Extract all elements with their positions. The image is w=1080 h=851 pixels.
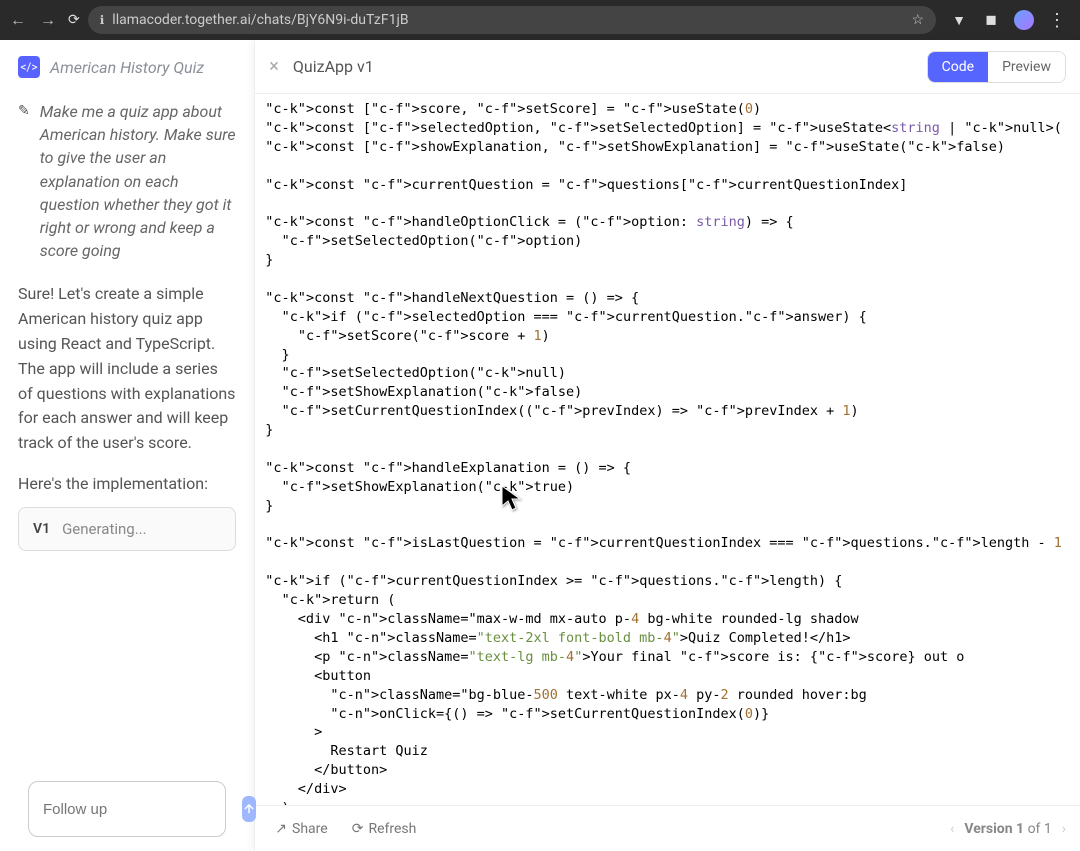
implementation-label: Here's the implementation: xyxy=(18,474,236,493)
code-preview-tabs: Code Preview xyxy=(927,51,1066,83)
share-icon: ↗ xyxy=(275,821,287,837)
version-prev[interactable]: ‹ xyxy=(950,821,954,837)
generation-card[interactable]: V1 Generating... xyxy=(18,507,236,551)
reload-button[interactable]: ⟳ xyxy=(68,12,80,28)
app-logo: </> xyxy=(18,56,40,78)
browser-toolbar: ← → ⟳ ℹ llamacoder.together.ai/chats/BjY… xyxy=(0,0,1080,40)
download-icon[interactable]: ▼ xyxy=(950,11,968,29)
followup-input-container xyxy=(28,781,226,837)
code-viewer[interactable]: "c-k">const ["c-f">score, "c-f">setScore… xyxy=(255,94,1080,805)
address-bar[interactable]: ℹ llamacoder.together.ai/chats/BjY6N9i-d… xyxy=(88,6,936,34)
refresh-button[interactable]: ⟳ Refresh xyxy=(346,817,423,841)
tab-preview[interactable]: Preview xyxy=(988,52,1065,82)
extensions-icon[interactable]: ◼ xyxy=(982,11,1000,29)
generation-status: Generating... xyxy=(62,520,147,538)
refresh-icon: ⟳ xyxy=(352,821,364,837)
profile-avatar[interactable] xyxy=(1014,10,1034,30)
send-button[interactable] xyxy=(242,796,256,822)
chat-panel: </> American History Quiz ✎ Make me a qu… xyxy=(0,40,254,851)
menu-dots-icon[interactable]: ⋮ xyxy=(1048,10,1066,31)
user-prompt: Make me a quiz app about American histor… xyxy=(40,100,237,262)
close-icon[interactable]: × xyxy=(269,56,279,77)
lock-icon: ℹ xyxy=(100,13,105,27)
back-button[interactable]: ← xyxy=(8,10,28,30)
url-text: llamacoder.together.ai/chats/BjY6N9i-duT… xyxy=(112,12,903,28)
browser-right-icons: ▼ ◼ ⋮ xyxy=(944,10,1072,31)
code-panel: × QuizApp v1 Code Preview "c-k">const ["… xyxy=(254,40,1080,851)
followup-input[interactable] xyxy=(43,801,242,818)
version-badge: V1 xyxy=(33,521,50,537)
forward-button[interactable]: → xyxy=(38,10,58,30)
version-next[interactable]: › xyxy=(1062,821,1066,837)
assistant-message: Sure! Let's create a simple American his… xyxy=(18,282,236,456)
edit-icon: ✎ xyxy=(18,103,30,262)
nav-buttons: ← → ⟳ xyxy=(8,10,80,30)
tab-code[interactable]: Code xyxy=(928,52,988,82)
bookmark-star-icon[interactable]: ☆ xyxy=(911,12,924,28)
panel-title: QuizApp v1 xyxy=(293,57,913,76)
version-pager: ‹ Version 1 of 1 › xyxy=(950,821,1066,837)
share-button[interactable]: ↗ Share xyxy=(269,817,333,841)
chat-title: American History Quiz xyxy=(50,58,204,77)
